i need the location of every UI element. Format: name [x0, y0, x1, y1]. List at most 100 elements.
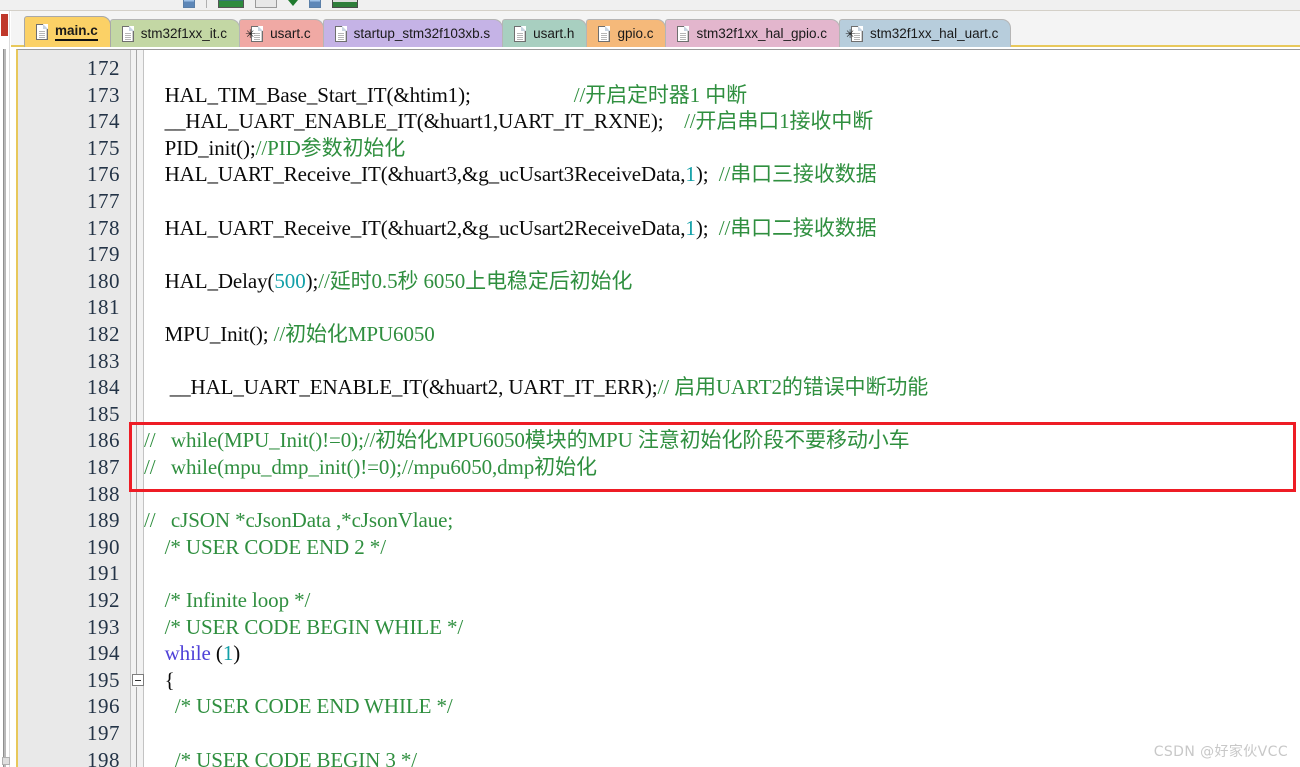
code-token-comment: /* USER CODE BEGIN 3 */ [144, 747, 418, 767]
fold-guide-line [136, 50, 137, 674]
line-number: 187 [87, 455, 120, 479]
bookmark-marker-icon[interactable] [1, 14, 8, 36]
line-number: 196 [87, 694, 120, 719]
code-line[interactable]: while (1) [144, 640, 241, 666]
code-token-comment: // while(mpu_dmp_init()!=0);//mpu6050,dm… [144, 455, 597, 479]
file-icon [34, 23, 49, 41]
code-token-plain: __HAL_UART_ENABLE_IT(&huart2, UART_IT_ER… [144, 375, 658, 400]
code-line[interactable]: HAL_UART_Receive_IT(&huart2,&g_ucUsart2R… [144, 215, 877, 241]
code-token-comment: // while(MPU_Init()!=0);//初始化MPU6050模块的M… [144, 428, 910, 453]
line-number: 176 [87, 162, 120, 187]
code-token-comment: /* USER CODE BEGIN WHILE */ [144, 614, 464, 639]
tab-label: main.c [55, 23, 98, 41]
modified-file-icon: ✳ [245, 25, 264, 43]
tab-label: stm32f1xx_hal_uart.c [870, 26, 999, 41]
line-number: 190 [87, 534, 120, 559]
code-token-plain: ) [233, 641, 241, 666]
code-line[interactable]: PID_init();//PID参数初始化 [144, 135, 406, 161]
line-number: 182 [87, 322, 120, 346]
line-number: 189 [87, 508, 120, 533]
fold-guide-line [136, 686, 137, 767]
line-number: 188 [87, 481, 120, 506]
line-number: 192 [87, 588, 120, 612]
code-token-comment: // cJSON *cJsonData ,*cJsonVlaue; [144, 508, 454, 533]
ide-window: main.c stm32f1xx_it.c ✳ usart.c startup_stm3… [0, 0, 1300, 767]
left-rail [0, 11, 10, 767]
line-number: 198 [87, 747, 120, 767]
code-folding-column[interactable] [130, 50, 144, 767]
code-editor[interactable]: 172 173 174 175 176 177 178 179 180 181 182 183 184 1… [16, 49, 1300, 767]
modified-file-icon: ✳ [845, 25, 864, 43]
code-token-comment: /* USER CODE END WHILE */ [144, 694, 453, 719]
code-line[interactable]: // cJSON *cJsonData ,*cJsonVlaue; [144, 507, 453, 533]
debug-icon[interactable] [309, 0, 321, 8]
code-token-plain: HAL_Delay( [144, 268, 275, 293]
code-line[interactable]: __HAL_UART_ENABLE_IT(&huart1,UART_IT_RXN… [144, 108, 874, 134]
code-token-plain: HAL_TIM_Base_Start_IT(&htim1); [144, 82, 574, 107]
tab-usart-h[interactable]: usart.h [502, 19, 588, 47]
code-token-plain: HAL_UART_Receive_IT(&huart3,&g_ucUsart3R… [144, 162, 686, 187]
tab-usart-c[interactable]: ✳ usart.c [239, 19, 324, 47]
code-token-keyword: while [164, 641, 211, 666]
code-line[interactable]: /* USER CODE BEGIN 3 */ [144, 747, 417, 767]
line-number: 191 [87, 561, 120, 586]
code-line[interactable]: __HAL_UART_ENABLE_IT(&huart2, UART_IT_ER… [144, 374, 929, 400]
file-icon [675, 25, 690, 43]
fold-toggle-icon[interactable] [132, 673, 144, 686]
code-token-comment: //开启串口1接收中断 [684, 109, 874, 134]
download-icon[interactable] [288, 0, 298, 8]
file-icon [120, 25, 135, 43]
tab-main-c[interactable]: main.c [24, 16, 111, 47]
code-line[interactable]: // while(mpu_dmp_init()!=0);//mpu6050,dm… [144, 454, 597, 480]
code-token-comment: //初始化MPU6050 [273, 322, 435, 346]
tab-startup-stm32f103xb-s[interactable]: startup_stm32f103xb.s [322, 19, 504, 47]
code-line[interactable]: { [144, 667, 175, 693]
line-number: 194 [87, 641, 120, 666]
scroll-nub[interactable] [2, 757, 10, 765]
code-token-comment: //开启定时器1 中断 [573, 82, 748, 107]
tab-stm32f1xx-it-c[interactable]: stm32f1xx_it.c [109, 19, 241, 47]
code-line[interactable]: // while(MPU_Init()!=0);//初始化MPU6050模块的M… [144, 427, 910, 453]
tab-label: gpio.c [617, 26, 654, 41]
file-icon [596, 25, 611, 43]
watermark: CSDN @好家伙VCC [1153, 744, 1288, 760]
code-token-plain: ); [695, 162, 719, 187]
code-token-plain: { [144, 667, 175, 692]
code-token-comment: //串口三接收数据 [718, 162, 877, 187]
line-number: 178 [87, 215, 120, 240]
target-select-icon[interactable] [255, 0, 277, 8]
code-line[interactable]: MPU_Init(); //初始化MPU6050 [144, 321, 435, 347]
line-number: 185 [87, 401, 120, 426]
file-icon [333, 25, 348, 43]
code-line[interactable]: HAL_TIM_Base_Start_IT(&htim1); //开启定时器1 … [144, 82, 748, 108]
code-token-comment: //串口二接收数据 [718, 215, 877, 240]
code-line[interactable]: /* USER CODE BEGIN WHILE */ [144, 614, 464, 640]
tab-stm32f1xx-hal-gpio-c[interactable]: stm32f1xx_hal_gpio.c [665, 19, 841, 47]
line-number: 177 [87, 189, 120, 213]
line-number-gutter: 172 173 174 175 176 177 178 179 180 181 182 183 184 1… [18, 50, 130, 767]
line-number: 172 [87, 56, 120, 80]
code-line[interactable]: /* USER CODE END WHILE */ [144, 693, 453, 719]
code-text-area[interactable]: HAL_TIM_Base_Start_IT(&htim1); //开启定时器1 … [144, 50, 1300, 767]
line-number: 193 [87, 614, 120, 639]
tab-label: stm32f1xx_hal_gpio.c [696, 26, 828, 41]
options-icon[interactable] [332, 0, 358, 8]
line-number: 181 [87, 295, 120, 320]
code-line[interactable]: /* Infinite loop */ [144, 587, 311, 613]
code-token-comment: //延时0.5秒 6050上电稳定后初始化 [318, 268, 633, 293]
code-line[interactable]: HAL_UART_Receive_IT(&huart3,&g_ucUsart3R… [144, 161, 877, 187]
tab-gpio-c[interactable]: gpio.c [586, 19, 667, 47]
tab-stm32f1xx-hal-uart-c[interactable]: ✳ stm32f1xx_hal_uart.c [839, 19, 1012, 47]
line-number: 174 [87, 109, 120, 134]
code-token-number: 1 [685, 215, 696, 240]
code-token-number: 1 [222, 641, 234, 666]
code-token-plain: ( [210, 641, 223, 666]
save-icon[interactable] [183, 0, 195, 8]
code-line[interactable]: HAL_Delay(500);//延时0.5秒 6050上电稳定后初始化 [144, 268, 633, 294]
line-number: 186 [87, 428, 120, 453]
modified-asterisk-icon: ✳ [845, 26, 856, 41]
build-icon[interactable] [218, 0, 244, 8]
toolbar-icon-group [183, 0, 358, 10]
code-line[interactable]: /* USER CODE END 2 */ [144, 534, 386, 560]
